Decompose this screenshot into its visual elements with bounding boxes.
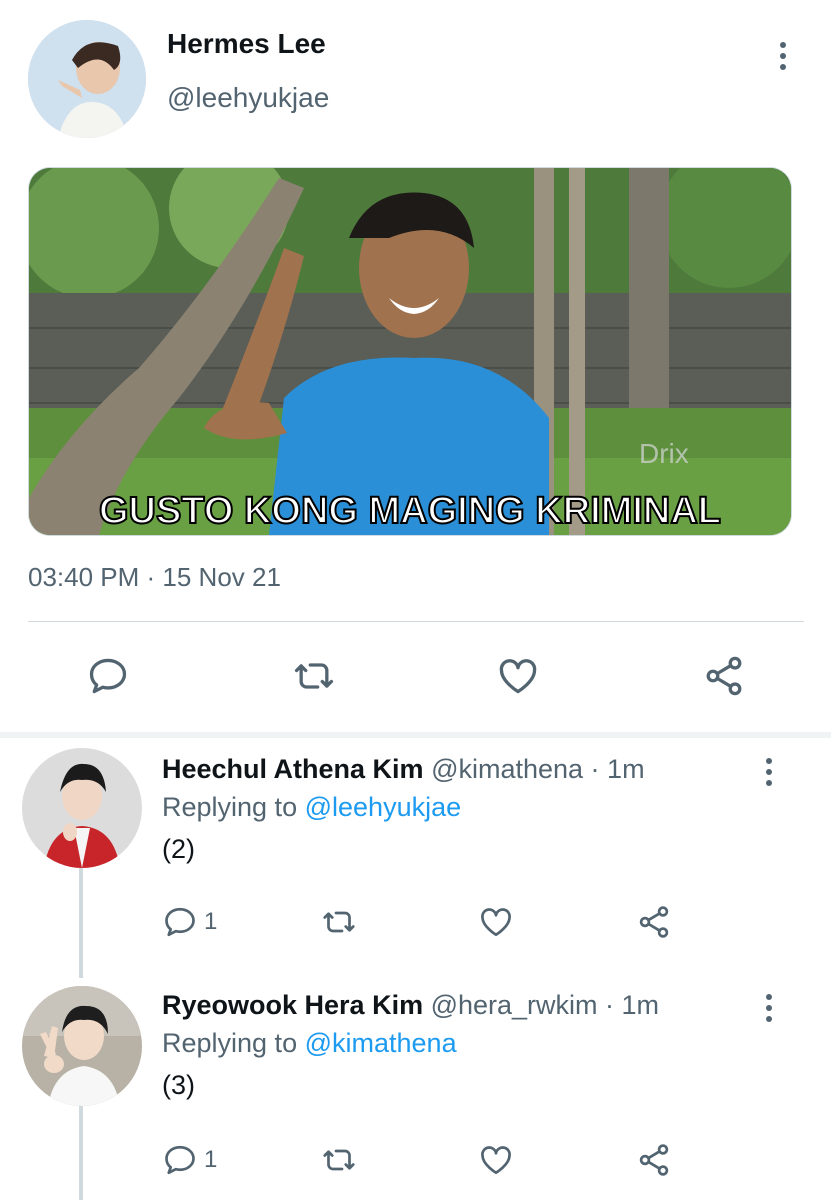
reply-text: (2)	[162, 834, 195, 864]
reply-tweet[interactable]: Ryeowook Hera Kim @hera_rwkim · 1m Reply…	[0, 986, 831, 1200]
heart-icon[interactable]	[478, 900, 514, 944]
reply-action-bar: 1	[0, 1138, 831, 1182]
reply-author-name[interactable]: Heechul Athena Kim	[162, 754, 424, 784]
more-options-icon[interactable]	[778, 42, 788, 70]
replying-to-mention[interactable]: @kimathena	[305, 1028, 457, 1058]
reply-icon[interactable]	[82, 650, 134, 702]
avatar[interactable]	[22, 748, 142, 868]
reply-author-handle[interactable]: @hera_rwkim · 1m	[431, 990, 659, 1020]
replying-to-label: Replying to	[162, 792, 298, 822]
media-caption: GUSTO KONG MAGING KRIMINAL	[99, 490, 721, 532]
tweet-timestamp[interactable]: 03:40 PM · 15 Nov 21	[28, 562, 281, 593]
more-options-icon[interactable]	[764, 994, 774, 1022]
display-name[interactable]: Hermes Lee	[167, 28, 326, 60]
replying-to-label: Replying to	[162, 1028, 298, 1058]
tweet-action-bar	[0, 650, 831, 710]
reply-icon	[165, 907, 195, 937]
divider	[28, 621, 804, 622]
reply-button[interactable]: 1	[162, 1138, 217, 1182]
tweet-header: Hermes Lee @leehyukjae	[0, 0, 831, 160]
reply-author-handle[interactable]: @kimathena · 1m	[431, 754, 644, 784]
replying-to-line: Replying to @leehyukjae	[162, 792, 461, 823]
more-options-icon[interactable]	[764, 758, 774, 786]
heart-icon[interactable]	[478, 1138, 514, 1182]
reply-action-bar: 1	[0, 900, 831, 944]
avatar[interactable]	[28, 20, 146, 138]
retweet-icon[interactable]	[318, 1138, 360, 1182]
user-handle[interactable]: @leehyukjae	[167, 82, 329, 114]
share-icon[interactable]	[636, 1138, 672, 1182]
retweet-icon[interactable]	[318, 900, 360, 944]
retweet-icon[interactable]	[288, 650, 340, 702]
reply-count: 1	[204, 1146, 218, 1173]
avatar[interactable]	[22, 986, 142, 1106]
reply-button[interactable]: 1	[162, 900, 217, 944]
reply-tweet[interactable]: Heechul Athena Kim @kimathena · 1m Reply…	[0, 748, 831, 952]
reply-count: 1	[204, 908, 218, 935]
media-watermark: Drix	[639, 438, 689, 469]
replying-to-mention[interactable]: @leehyukjae	[305, 792, 462, 822]
tweet-media-image[interactable]: GUSTO KONG MAGING KRIMINAL Drix	[28, 167, 792, 536]
heart-icon[interactable]	[492, 650, 544, 702]
replying-to-line: Replying to @kimathena	[162, 1028, 457, 1059]
reply-text: (3)	[162, 1070, 195, 1100]
reply-icon	[165, 1145, 195, 1175]
share-icon[interactable]	[698, 650, 750, 702]
share-icon[interactable]	[636, 900, 672, 944]
section-divider	[0, 732, 831, 738]
reply-author-name[interactable]: Ryeowook Hera Kim	[162, 990, 423, 1020]
